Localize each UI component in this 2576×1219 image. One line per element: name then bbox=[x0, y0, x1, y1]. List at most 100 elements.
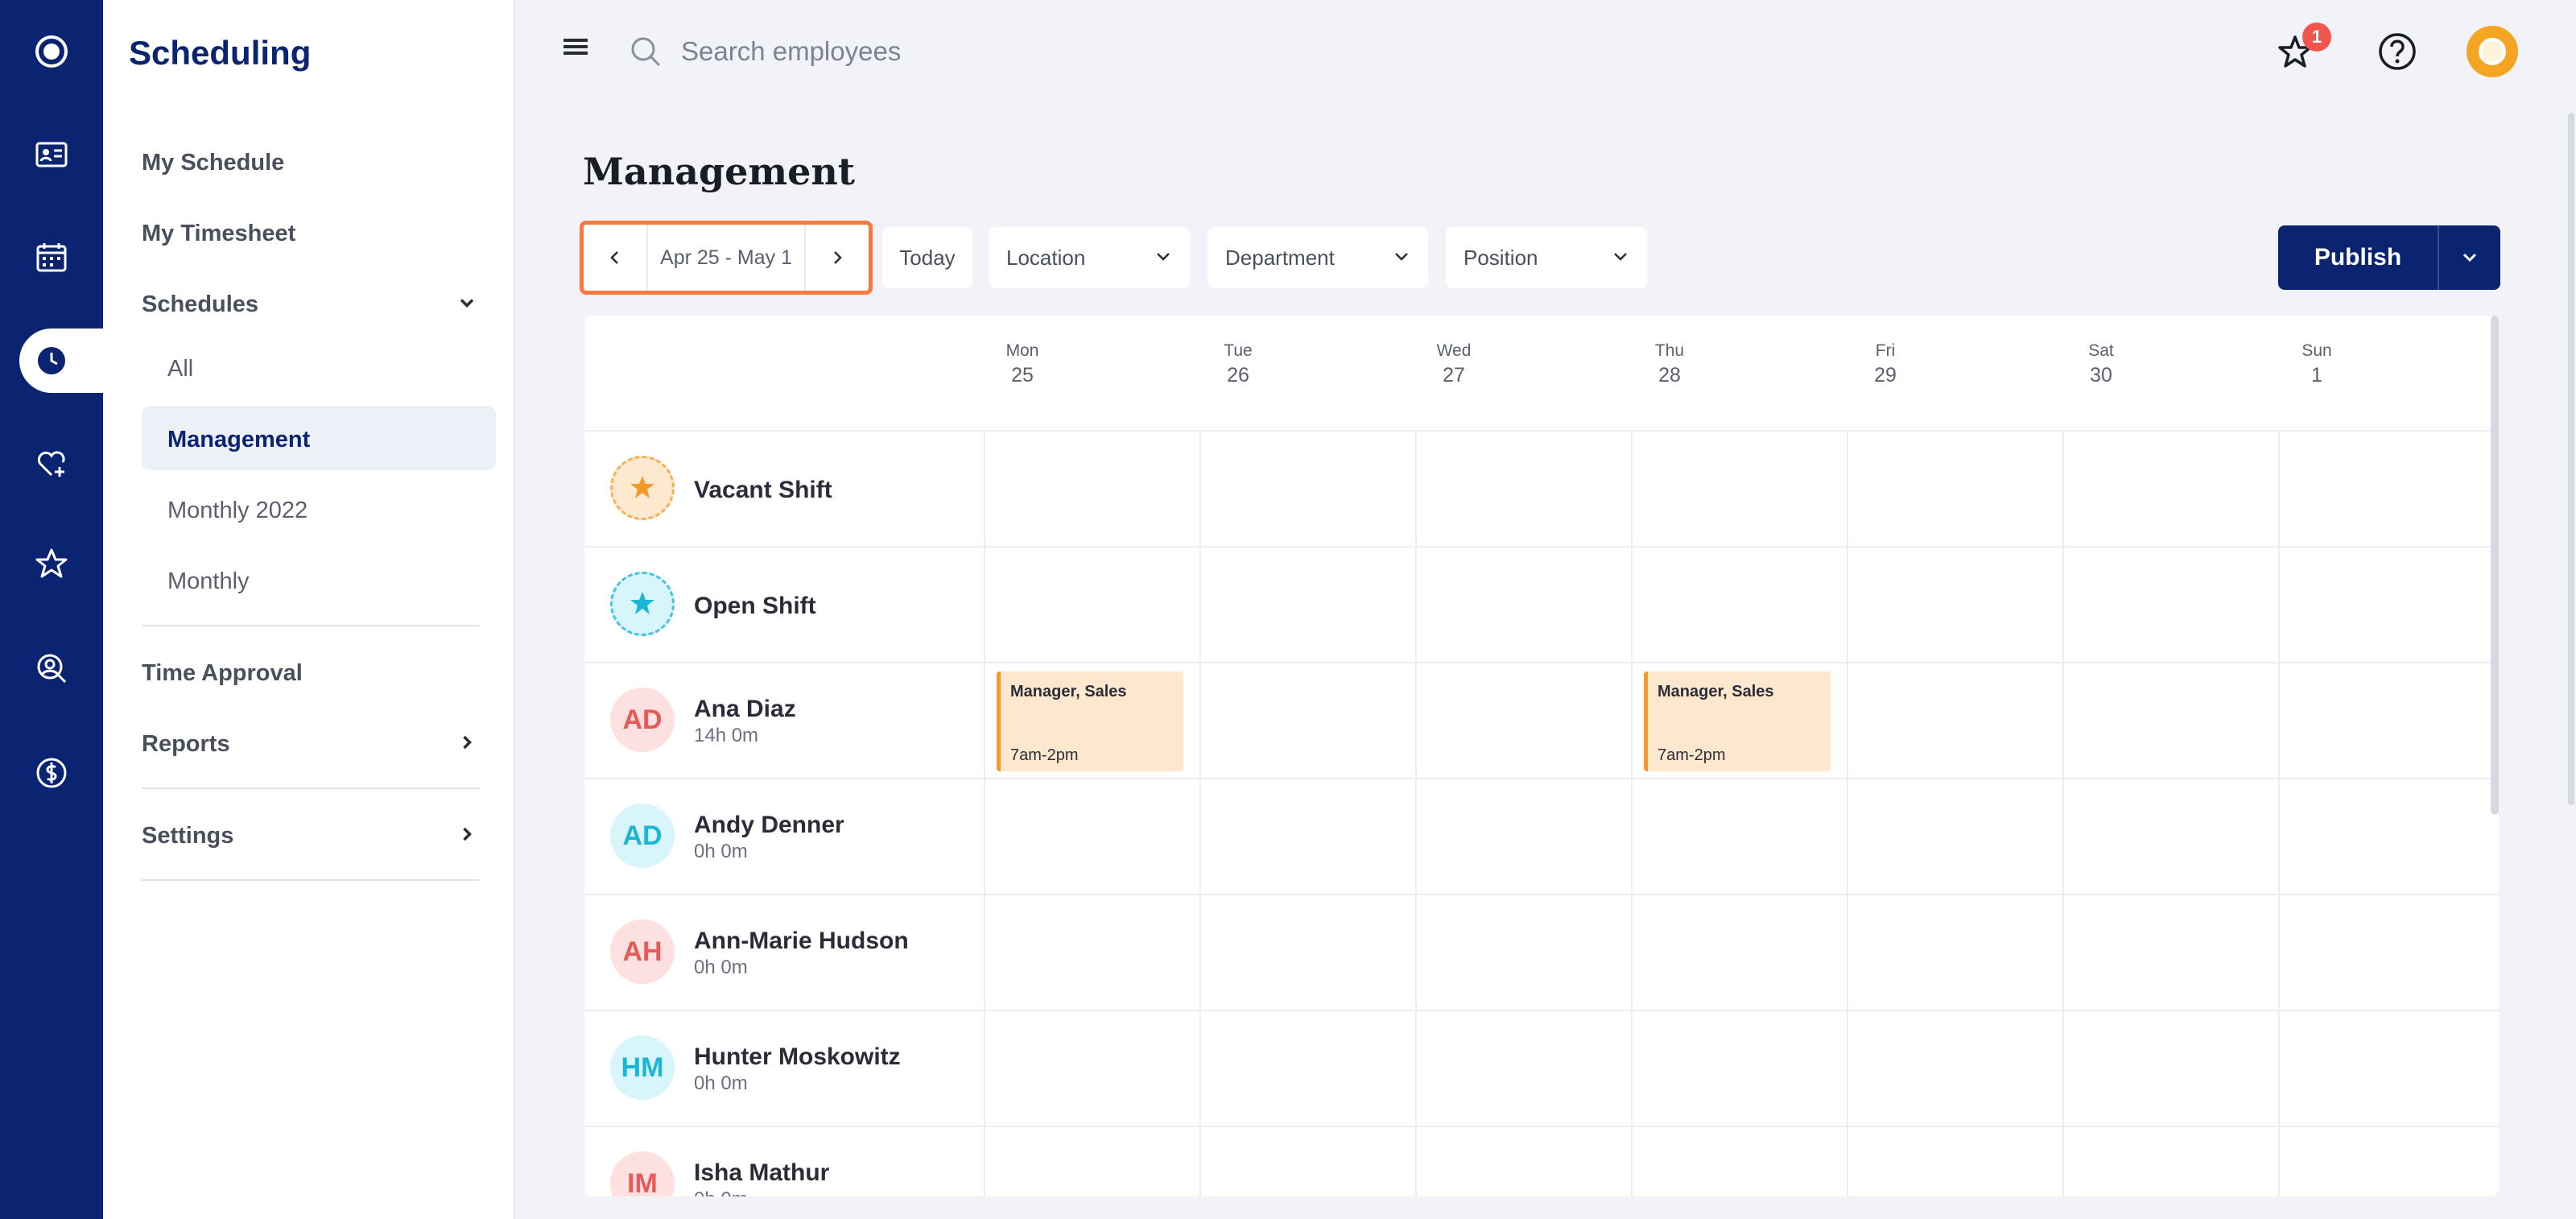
row-name[interactable]: Open Shift bbox=[694, 593, 816, 620]
row-name[interactable]: Ann-Marie Hudson bbox=[694, 928, 909, 955]
icon-rail bbox=[0, 0, 103, 1219]
sidebar-item-schedules[interactable]: Schedules bbox=[142, 291, 258, 318]
chevron-down-icon bbox=[1614, 253, 1627, 261]
sidebar-item-monthly-2022[interactable]: Monthly 2022 bbox=[167, 498, 308, 524]
day-name: Wed bbox=[1436, 341, 1472, 360]
sidebar-divider bbox=[142, 787, 480, 789]
sidebar-item-management[interactable]: Management bbox=[167, 427, 310, 453]
shift-role: Manager, Sales bbox=[1657, 683, 1774, 700]
grid-scrollbar[interactable] bbox=[2491, 316, 2499, 815]
day-header-fri: Fri 29 bbox=[1777, 341, 1993, 387]
shift-card[interactable]: Manager, Sales 7am-2pm bbox=[1644, 671, 1831, 771]
day-header-tue: Tue 26 bbox=[1130, 341, 1346, 387]
person-search-icon[interactable] bbox=[0, 636, 103, 700]
heart-plus-icon[interactable] bbox=[0, 432, 103, 496]
day-date: 30 bbox=[2090, 364, 2112, 386]
day-name: Mon bbox=[1005, 341, 1039, 360]
user-avatar[interactable] bbox=[2467, 26, 2518, 77]
today-button[interactable]: Today bbox=[882, 227, 972, 288]
day-date: 29 bbox=[1874, 364, 1897, 386]
column-divider bbox=[2278, 430, 2280, 1196]
row-hours: 0h 0m bbox=[694, 841, 748, 862]
shift-time: 7am-2pm bbox=[1657, 746, 1726, 764]
sidebar-item-my-schedule[interactable]: My Schedule bbox=[142, 150, 284, 176]
sidebar-item-time-approval[interactable]: Time Approval bbox=[142, 660, 303, 687]
sidebar-item-my-timesheet[interactable]: My Timesheet bbox=[142, 221, 295, 247]
sidebar-title: Scheduling bbox=[129, 34, 312, 72]
publish-split-button: Publish bbox=[2278, 225, 2500, 290]
column-divider bbox=[1847, 430, 1848, 1196]
location-label: Location bbox=[1006, 245, 1086, 270]
column-divider bbox=[1631, 430, 1633, 1196]
position-dropdown[interactable]: Position bbox=[1446, 227, 1647, 288]
chevron-right-icon bbox=[834, 251, 842, 264]
vacant-shift-avatar bbox=[610, 456, 675, 520]
next-week-button[interactable] bbox=[806, 225, 869, 291]
id-card-icon[interactable] bbox=[0, 122, 103, 187]
row-name[interactable]: Ana Diaz bbox=[694, 696, 796, 723]
open-shift-avatar bbox=[610, 572, 675, 636]
day-name: Tue bbox=[1224, 341, 1253, 360]
day-date: 1 bbox=[2311, 364, 2322, 386]
department-label: Department bbox=[1225, 245, 1335, 270]
chevron-right-icon[interactable] bbox=[456, 823, 478, 845]
day-header-mon: Mon 25 bbox=[914, 341, 1130, 387]
publish-button[interactable]: Publish bbox=[2278, 225, 2439, 290]
position-label: Position bbox=[1463, 245, 1538, 270]
sidebar-item-all[interactable]: All bbox=[167, 356, 193, 382]
shift-card[interactable]: Manager, Sales 7am-2pm bbox=[997, 671, 1183, 771]
star-outline-icon[interactable] bbox=[0, 531, 103, 596]
notification-badge: 1 bbox=[2302, 23, 2331, 52]
publish-options-button[interactable] bbox=[2439, 225, 2500, 290]
date-range-label[interactable]: Apr 25 - May 1 bbox=[646, 225, 806, 291]
day-header-thu: Thu 28 bbox=[1562, 341, 1777, 387]
column-divider bbox=[1199, 430, 1201, 1196]
shift-time: 7am-2pm bbox=[1010, 746, 1079, 764]
clock-icon[interactable] bbox=[19, 329, 84, 393]
sidebar-item-settings[interactable]: Settings bbox=[142, 823, 233, 849]
schedule-grid: Mon 25 Tue 26 Wed 27 Thu 28 Fri 29 Sat 30 Sun 1… bbox=[584, 316, 2499, 1196]
row-name[interactable]: Vacant Shift bbox=[694, 477, 832, 504]
department-dropdown[interactable]: Department bbox=[1208, 227, 1428, 288]
shift-role: Manager, Sales bbox=[1010, 683, 1127, 700]
previous-week-button[interactable] bbox=[584, 225, 646, 291]
sidebar-item-monthly[interactable]: Monthly bbox=[167, 568, 250, 595]
avatar: AD bbox=[610, 688, 675, 752]
row-hours: 0h 0m bbox=[694, 1072, 748, 1094]
avatar: IM bbox=[610, 1151, 675, 1196]
column-divider bbox=[2062, 430, 2064, 1196]
search-icon bbox=[631, 37, 661, 67]
day-header-sat: Sat 30 bbox=[1993, 341, 2209, 387]
page-title: Management bbox=[583, 150, 856, 193]
day-date: 26 bbox=[1227, 364, 1249, 386]
dollar-icon[interactable] bbox=[0, 741, 103, 805]
day-name: Thu bbox=[1654, 341, 1685, 360]
row-divider bbox=[584, 894, 2499, 895]
chevron-left-icon bbox=[610, 251, 618, 264]
day-header-wed: Wed 27 bbox=[1346, 341, 1562, 387]
search-input[interactable] bbox=[681, 31, 1164, 72]
row-name[interactable]: Hunter Moskowitz bbox=[694, 1043, 901, 1071]
calendar-icon[interactable] bbox=[0, 225, 103, 290]
logo-icon[interactable] bbox=[0, 19, 103, 84]
day-header-sun: Sun 1 bbox=[2209, 341, 2425, 387]
location-dropdown[interactable]: Location bbox=[989, 227, 1190, 288]
column-divider bbox=[984, 430, 985, 1196]
day-date: 27 bbox=[1443, 364, 1465, 386]
row-name[interactable]: Isha Mathur bbox=[694, 1159, 829, 1187]
row-divider bbox=[584, 430, 2499, 432]
chevron-right-icon[interactable] bbox=[456, 731, 478, 754]
column-divider bbox=[1415, 430, 1417, 1196]
hamburger-menu-icon[interactable] bbox=[560, 34, 592, 60]
chevron-down-icon bbox=[2462, 253, 2477, 262]
sidebar-divider bbox=[142, 879, 480, 881]
row-divider bbox=[584, 1126, 2499, 1127]
avatar: HM bbox=[610, 1035, 675, 1100]
sidebar-item-reports[interactable]: Reports bbox=[142, 731, 230, 758]
star-icon bbox=[630, 592, 654, 614]
day-date: 28 bbox=[1658, 364, 1681, 386]
help-icon[interactable] bbox=[2376, 31, 2418, 72]
page-scrollbar[interactable] bbox=[2568, 113, 2574, 805]
row-name[interactable]: Andy Denner bbox=[694, 812, 844, 839]
chevron-down-icon[interactable] bbox=[456, 291, 478, 314]
